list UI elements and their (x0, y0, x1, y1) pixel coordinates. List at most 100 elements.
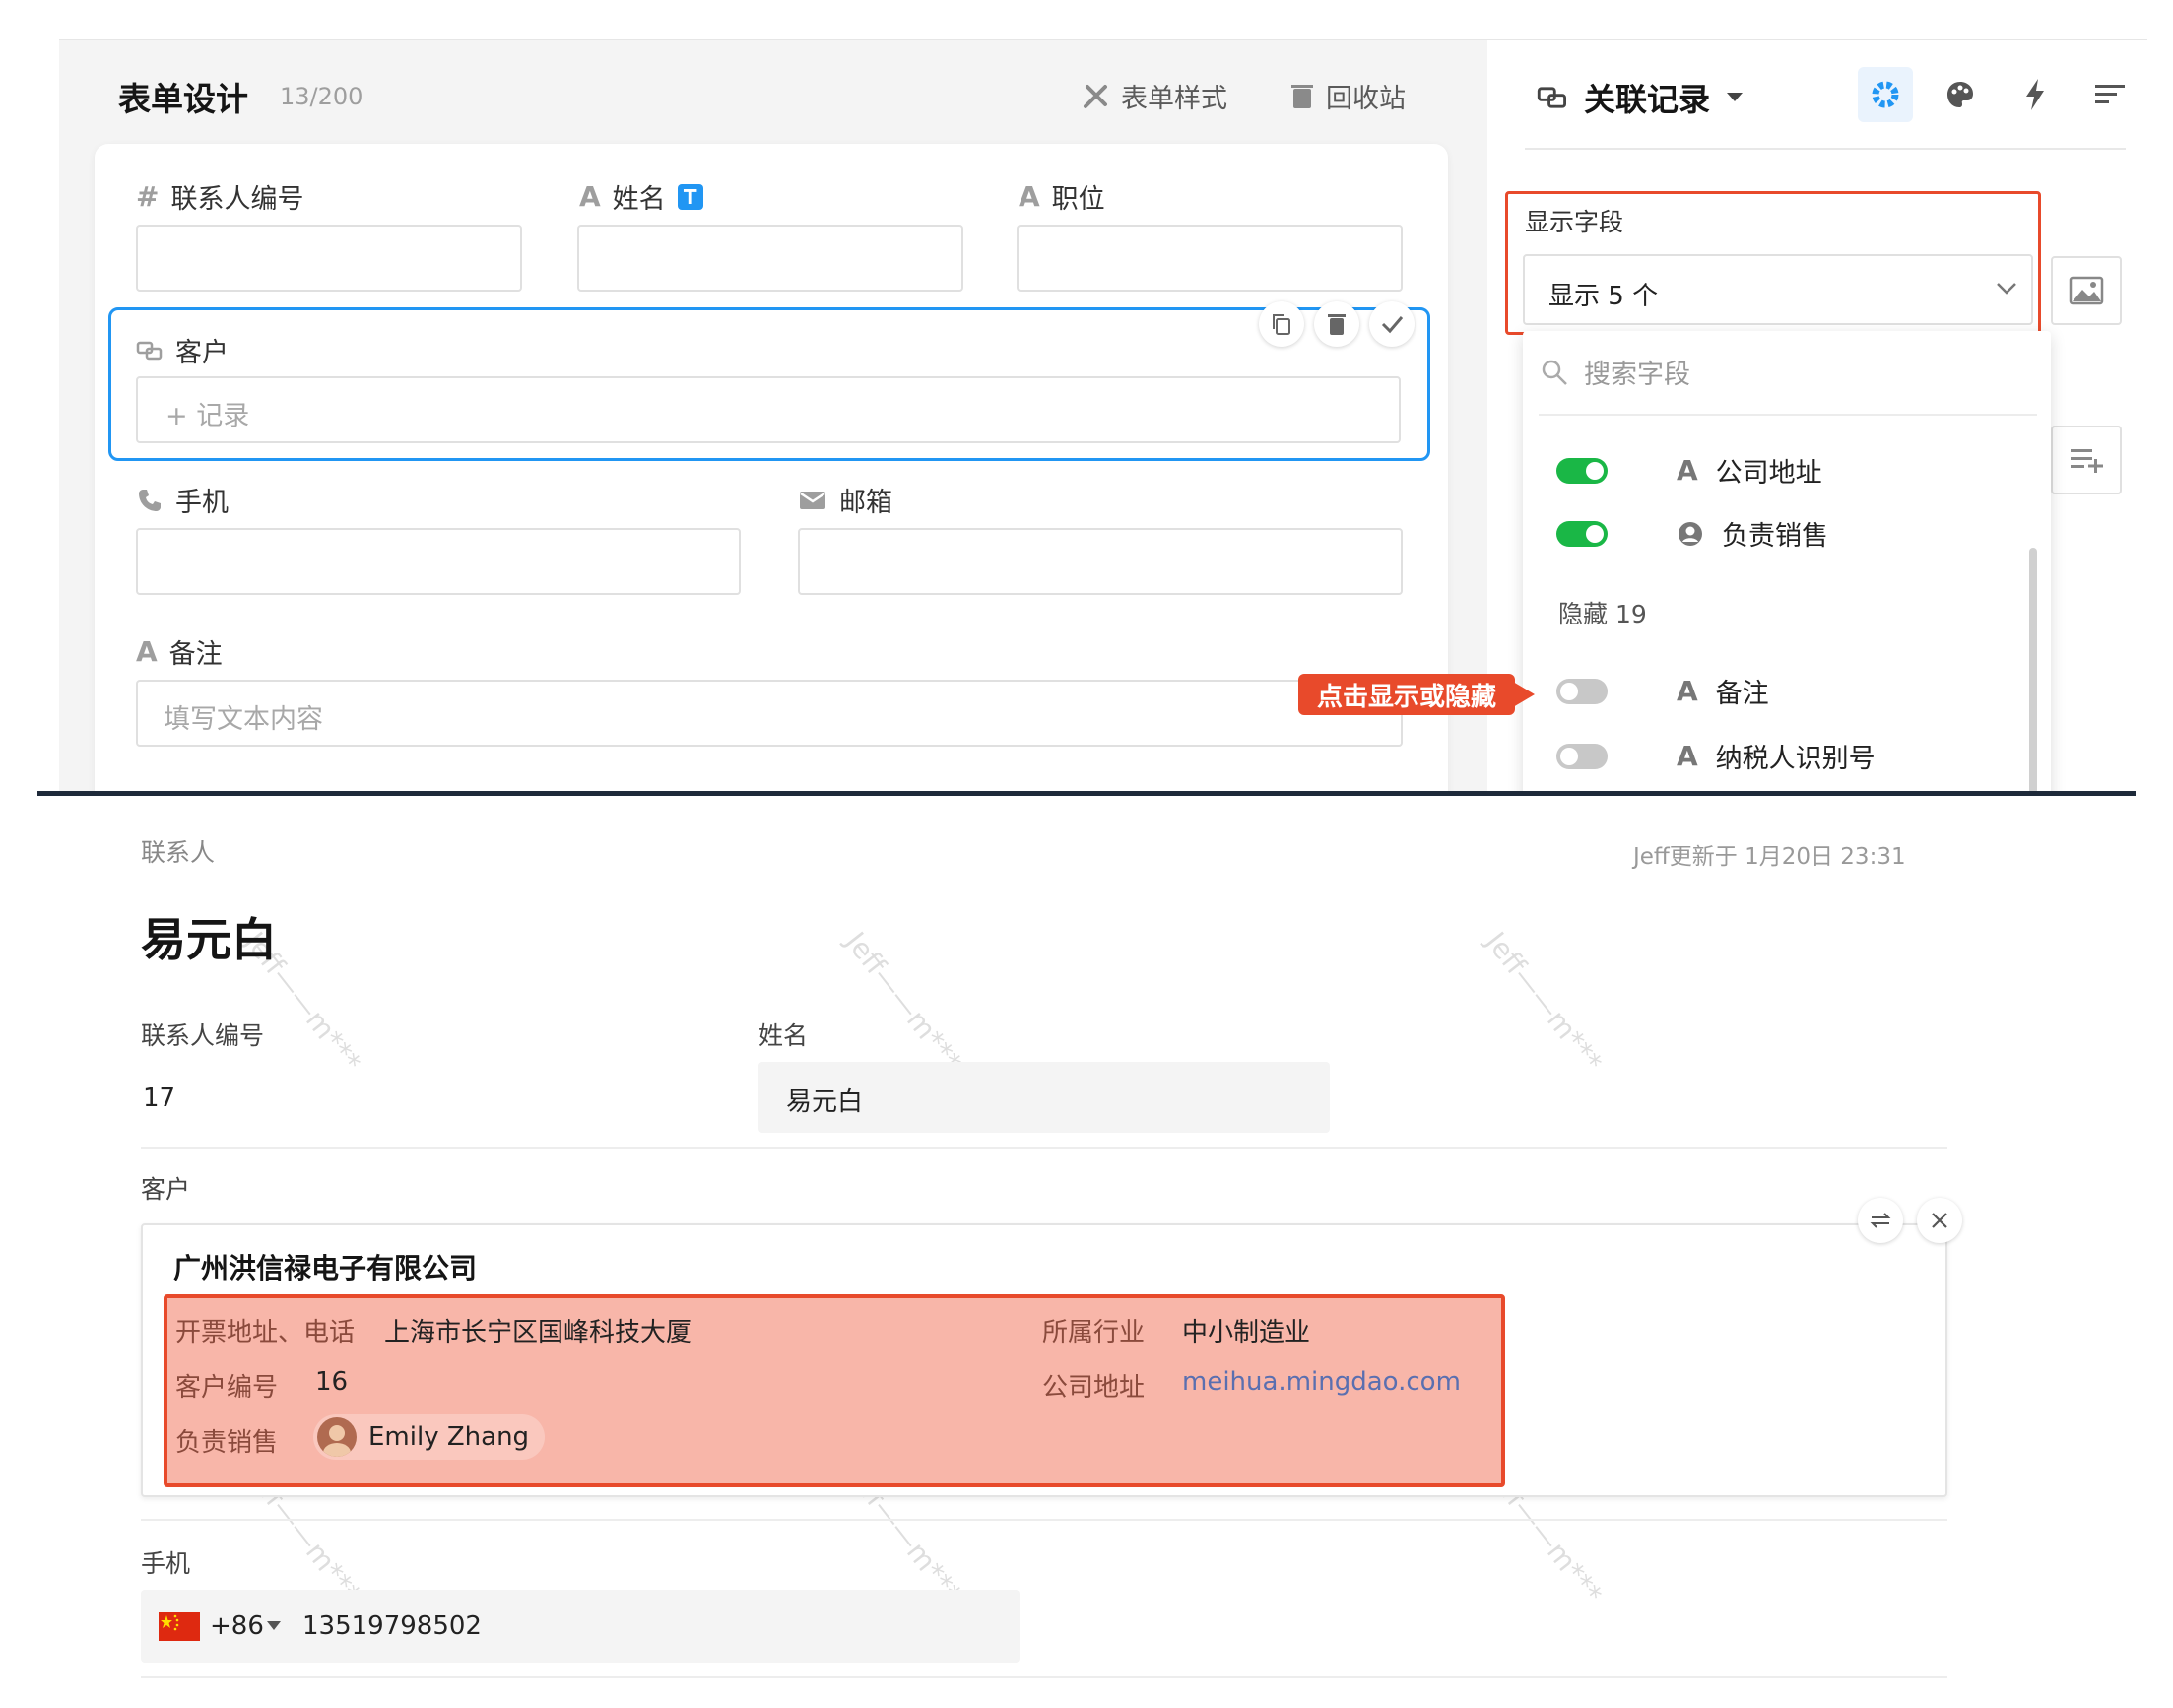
replace-record-button[interactable] (1858, 1198, 1903, 1243)
name-label: 姓名 (758, 1021, 809, 1050)
industry-value: 中小制造业 (1182, 1318, 1311, 1347)
user-icon (1677, 520, 1704, 548)
relation-icon (1537, 84, 1568, 111)
phone-field[interactable]: +86 13519798502 (141, 1590, 1020, 1663)
sort-tab[interactable] (2082, 67, 2138, 122)
copy-field-button[interactable] (1259, 301, 1304, 347)
field-count: 13/200 (280, 83, 363, 110)
company-address-link[interactable]: meihua.mingdao.com (1182, 1367, 1461, 1397)
settings-tab[interactable] (1858, 67, 1913, 122)
form-style-link[interactable]: 表单样式 (1082, 77, 1227, 115)
dropdown-item-taxpayer-id[interactable]: A 纳税人识别号 (1556, 737, 1876, 775)
copy-icon (1270, 312, 1293, 336)
updated-info: Jeff更新于 1月20日 23:31 (1633, 844, 1906, 870)
contact-no-input[interactable] (136, 225, 522, 292)
position-input[interactable] (1017, 225, 1403, 292)
contact-no-value: 17 (143, 1084, 176, 1113)
designer-title: 表单设计 (118, 80, 248, 118)
watermark: Jeff——m*** (1479, 926, 1609, 1079)
close-icon (1931, 1212, 1948, 1229)
trash-label: 回收站 (1326, 84, 1406, 114)
field-label-remarks: A 备注 (136, 635, 223, 670)
chevron-down-icon (1996, 282, 2017, 296)
toggle-off[interactable] (1556, 678, 1608, 704)
display-cover-button[interactable] (2051, 256, 2122, 325)
customer-no-value: 16 (315, 1367, 349, 1397)
dropdown-item-sales-owner[interactable]: 负责销售 (1556, 514, 1828, 553)
remarks-placeholder: 填写文本内容 (164, 704, 323, 735)
search-placeholder: 搜索字段 (1584, 360, 1690, 390)
dropdown-item-company-address[interactable]: A 公司地址 (1556, 451, 1822, 490)
invoice-label: 开票地址、电话 (175, 1318, 356, 1347)
field-search-input[interactable]: 搜索字段 (1541, 353, 1690, 391)
text-icon: A (1019, 180, 1040, 213)
phone-country-code[interactable]: +86 (210, 1611, 264, 1641)
phone-icon (136, 487, 164, 514)
dropdown-item-remarks[interactable]: A 备注 (1556, 672, 1769, 710)
panel-title: 关联记录 (1584, 81, 1711, 118)
display-fields-label: 显示字段 (1525, 208, 1624, 236)
toggle-on[interactable] (1556, 520, 1608, 547)
check-icon (1380, 312, 1404, 336)
toggle-on[interactable] (1556, 457, 1608, 484)
row-separator (141, 1676, 1947, 1678)
row-separator (141, 1519, 1947, 1521)
remarks-input[interactable]: 填写文本内容 (136, 680, 1403, 747)
company-address-label: 公司地址 (1042, 1373, 1146, 1403)
breadcrumb[interactable]: 联系人 (141, 833, 215, 869)
delete-field-button[interactable] (1314, 301, 1359, 347)
text-icon: A (136, 635, 158, 668)
tools-icon (1082, 83, 1109, 110)
phone-input[interactable] (136, 528, 741, 595)
screenshot-divider (37, 791, 2136, 796)
field-label-phone: 手机 (136, 481, 229, 519)
sales-owner-chip[interactable]: Emily Zhang (313, 1414, 546, 1460)
hint-arrow (1513, 682, 1535, 707)
number-icon: # (136, 180, 160, 213)
china-flag-icon (159, 1612, 200, 1641)
phone-number: 13519798502 (302, 1611, 482, 1641)
field-label-name: A 姓名 T (579, 177, 703, 216)
text-icon: A (1677, 740, 1698, 772)
trash-link[interactable]: 回收站 (1290, 77, 1406, 115)
display-fields-select[interactable]: 显示 5 个 (1523, 254, 2033, 325)
style-tab[interactable] (1933, 67, 1988, 122)
swap-icon (1869, 1211, 1892, 1230)
customer-record-input[interactable]: + 记录 (136, 376, 1401, 443)
lightning-icon (2024, 78, 2046, 111)
phone-label: 手机 (141, 1549, 191, 1578)
sales-owner-name: Emily Zhang (368, 1422, 530, 1452)
panel-divider (1525, 148, 2126, 150)
field-label-position: A 职位 (1019, 180, 1105, 215)
remove-record-button[interactable] (1917, 1198, 1962, 1243)
display-options-button[interactable] (2051, 426, 2122, 494)
automation-tab[interactable] (2008, 67, 2063, 122)
text-icon: A (1677, 675, 1698, 707)
add-record-placeholder: + 记录 (165, 401, 250, 431)
display-select-value: 显示 5 个 (1548, 282, 1659, 311)
show-hide-hint: 点击显示或隐藏 (1298, 674, 1515, 715)
dropdown-divider (1539, 414, 2037, 416)
name-field[interactable]: 易元白 (758, 1062, 1330, 1133)
avatar (317, 1417, 357, 1457)
hidden-count-header: 隐藏 19 (1558, 600, 1647, 628)
top-screenshot: 表单设计 13/200 表单样式 回收站 # 联系人编号 A 姓名 T A 职位… (0, 0, 2173, 791)
gear-icon (1869, 78, 1902, 111)
name-input[interactable] (577, 225, 963, 292)
watermark: Jeff——m*** (838, 926, 968, 1079)
contact-no-label: 联系人编号 (141, 1021, 265, 1050)
confirm-field-button[interactable] (1369, 301, 1415, 347)
image-icon (2069, 276, 2104, 305)
industry-label: 所属行业 (1042, 1318, 1146, 1347)
trash-icon (1327, 312, 1347, 336)
dropdown-scrollbar[interactable] (2029, 548, 2037, 791)
title-field-badge: T (677, 183, 703, 210)
list-add-icon (2069, 445, 2104, 475)
field-label-customer: 客户 (136, 331, 229, 369)
toggle-off[interactable] (1556, 743, 1608, 769)
panel-field-type-header[interactable]: 关联记录 (1537, 75, 1744, 120)
sales-owner-label: 负责销售 (175, 1428, 279, 1458)
email-input[interactable] (798, 528, 1403, 595)
caret-down-icon[interactable] (267, 1621, 281, 1630)
text-icon: A (579, 180, 601, 213)
